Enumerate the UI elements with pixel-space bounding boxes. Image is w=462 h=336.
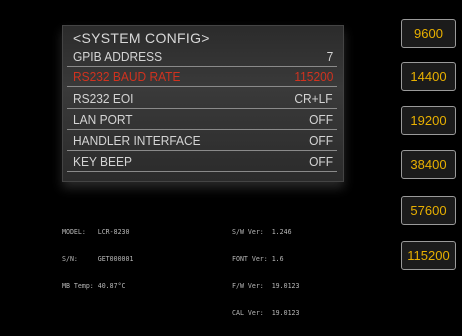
softkey-label: 19200: [410, 113, 447, 128]
config-row-label: GPIB ADDRESS: [73, 49, 163, 64]
fw-version-text: F/W Ver: 19.0123: [232, 282, 300, 290]
softkey-57600-button[interactable]: 57600: [401, 196, 456, 225]
config-row-value: OFF: [309, 154, 333, 169]
softkey-label: 115200: [407, 248, 450, 263]
config-row-rs232-eoi[interactable]: RS232 EOI CR+LF: [67, 89, 337, 109]
softkey-label: 9600: [414, 26, 443, 41]
config-row-label: HANDLER INTERFACE: [73, 133, 201, 148]
panel-title: <SYSTEM CONFIG>: [73, 30, 210, 46]
serial-number-text: S/N: GET000001: [62, 255, 134, 263]
softkey-label: 14400: [410, 69, 447, 84]
config-row-value: 7: [326, 49, 333, 64]
config-row-label: RS232 EOI: [73, 91, 134, 106]
font-version-text: FONT Ver: 1.6: [232, 255, 284, 263]
config-row-handler-interface[interactable]: HANDLER INTERFACE OFF: [67, 131, 337, 151]
system-config-panel: <SYSTEM CONFIG> GPIB ADDRESS 7 RS232 BAU…: [62, 25, 344, 182]
cal-version-text: CAL Ver: 19.0123: [232, 309, 300, 317]
config-row-rs232-baud-rate[interactable]: RS232 BAUD RATE 115200: [67, 67, 337, 87]
config-row-value: OFF: [309, 133, 333, 148]
softkey-14400-button[interactable]: 14400: [401, 62, 456, 91]
config-row-label: LAN PORT: [73, 112, 133, 127]
config-row-value: CR+LF: [294, 91, 333, 106]
softkey-label: 57600: [410, 203, 447, 218]
softkey-38400-button[interactable]: 38400: [401, 150, 456, 179]
device-info-right: S/W Ver: 1.246 FONT Ver: 1.6 F/W Ver: 19…: [232, 210, 300, 336]
device-info-left: MODEL: LCR-8230 S/N: GET000001 MB Temp: …: [62, 210, 133, 309]
config-row-key-beep[interactable]: KEY BEEP OFF: [67, 152, 337, 172]
softkey-115200-button[interactable]: 115200: [401, 241, 456, 270]
lcr-meter-screen: <SYSTEM CONFIG> GPIB ADDRESS 7 RS232 BAU…: [0, 0, 462, 317]
config-row-value: 115200: [293, 69, 333, 84]
config-row-label: RS232 BAUD RATE: [73, 69, 181, 84]
softkey-label: 38400: [410, 157, 447, 172]
model-text: MODEL: LCR-8230: [62, 228, 130, 236]
config-row-label: KEY BEEP: [73, 154, 132, 169]
config-row-gpib-address[interactable]: GPIB ADDRESS 7: [67, 47, 337, 67]
softkey-9600-button[interactable]: 9600: [401, 19, 456, 48]
config-row-value: OFF: [309, 112, 333, 127]
softkey-19200-button[interactable]: 19200: [401, 106, 456, 135]
mb-temp-text: MB Temp: 40.87°C: [62, 282, 126, 290]
sw-version-text: S/W Ver: 1.246: [232, 228, 292, 236]
config-row-lan-port[interactable]: LAN PORT OFF: [67, 110, 337, 130]
